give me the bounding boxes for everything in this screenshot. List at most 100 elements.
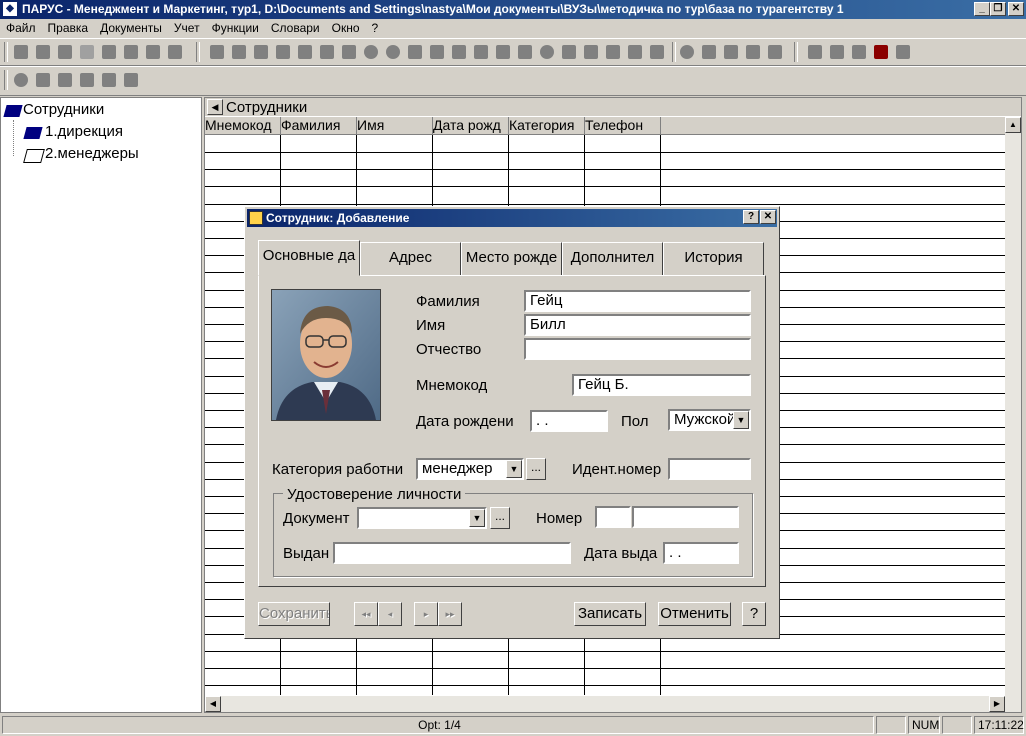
column-header-surname[interactable]: Фамилия (281, 117, 357, 135)
cube-icon[interactable] (168, 45, 182, 59)
wrench-icon[interactable] (830, 45, 844, 59)
surname-field[interactable]: Гейц (524, 290, 751, 312)
category-select[interactable]: менеджер ▼ (416, 458, 524, 480)
mail-icon[interactable] (562, 45, 576, 59)
column-header-phone[interactable]: Телефон (585, 117, 661, 135)
tab-address[interactable]: Адрес (360, 242, 461, 276)
delete-icon[interactable] (80, 45, 94, 59)
write-button[interactable]: Записать (574, 602, 646, 626)
category-browse-button[interactable]: ... (526, 458, 546, 480)
issue-date-field[interactable]: . . (663, 542, 739, 564)
patronymic-field[interactable] (524, 338, 751, 360)
horizontal-scrollbar[interactable]: ◀ ▶ (205, 696, 1021, 712)
menu-documents[interactable]: Документы (94, 19, 168, 35)
calendar-icon[interactable] (628, 45, 642, 59)
hand-icon[interactable] (102, 73, 116, 87)
menu-file[interactable]: Файл (0, 19, 42, 35)
monitor-icon[interactable] (232, 45, 246, 59)
sex-select[interactable]: Мужской ▼ (668, 409, 751, 431)
tab-additional[interactable]: Дополнител (562, 242, 663, 276)
column-header-category[interactable]: Категория (509, 117, 585, 135)
exchange-icon[interactable] (606, 45, 620, 59)
tab-main[interactable]: Основные да (258, 240, 360, 276)
globe-icon[interactable] (14, 73, 28, 87)
restore-button[interactable]: ❐ (990, 2, 1006, 16)
folder-closed-icon[interactable] (852, 45, 866, 59)
column-header-mnemo[interactable]: Мнемокод (205, 117, 281, 135)
briefcase-icon[interactable] (474, 45, 488, 59)
dialog-help-button[interactable]: ? (743, 210, 759, 224)
factory-icon[interactable] (584, 45, 598, 59)
new-doc-icon[interactable] (14, 45, 28, 59)
building-icon[interactable] (298, 45, 312, 59)
document-icon[interactable] (320, 45, 334, 59)
book-icon[interactable] (496, 45, 510, 59)
prev-record-button[interactable]: ◂ (378, 602, 402, 626)
dialog-close-button[interactable]: ✕ (760, 210, 776, 224)
folder-icon[interactable] (254, 45, 268, 59)
scroll-up-icon[interactable]: ▲ (1005, 117, 1021, 133)
column-header-birthdate[interactable]: Дата рожд (433, 117, 509, 135)
menu-help[interactable]: ? (366, 19, 385, 35)
edit-icon[interactable] (430, 45, 444, 59)
menu-dictionaries[interactable]: Словари (265, 19, 326, 35)
menu-accounting[interactable]: Учет (168, 19, 206, 35)
cards-icon[interactable] (746, 45, 760, 59)
tab-birthplace[interactable]: Место рожде (461, 242, 562, 276)
menu-edit[interactable]: Правка (42, 19, 95, 35)
tab-history[interactable]: История (663, 242, 764, 276)
document-select[interactable]: ▼ (357, 507, 487, 529)
edit-doc-icon[interactable] (58, 45, 72, 59)
chevron-down-icon[interactable]: ▼ (469, 509, 485, 527)
gear-icon[interactable] (386, 45, 400, 59)
number-field[interactable] (632, 506, 739, 528)
birthdate-field[interactable]: . . (530, 410, 608, 432)
clock-icon[interactable] (540, 45, 554, 59)
layers-icon[interactable] (518, 45, 532, 59)
tools-icon[interactable] (452, 45, 466, 59)
documents-icon[interactable] (342, 45, 356, 59)
box-icon[interactable] (724, 45, 738, 59)
scroll-left-icon[interactable]: ◀ (205, 696, 221, 712)
scroll-right-icon[interactable]: ▶ (989, 696, 1005, 712)
name-field[interactable]: Билл (524, 314, 751, 336)
filter-icon[interactable] (102, 45, 116, 59)
user-icon[interactable] (874, 45, 888, 59)
hotel-icon[interactable] (80, 73, 94, 87)
voucher-icon[interactable] (124, 73, 138, 87)
find-icon[interactable] (124, 45, 138, 59)
vertical-scrollbar[interactable]: ▲ (1005, 117, 1021, 697)
ticket-icon[interactable] (36, 73, 50, 87)
exit-icon[interactable] (896, 45, 910, 59)
column-header-name[interactable]: Имя (357, 117, 433, 135)
menu-functions[interactable]: Функции (206, 19, 265, 35)
menu-window[interactable]: Окно (326, 19, 366, 35)
chevron-down-icon[interactable]: ▼ (506, 460, 522, 478)
last-record-button[interactable]: ▸▸ (438, 602, 462, 626)
person-icon[interactable] (364, 45, 378, 59)
ident-field[interactable] (668, 458, 751, 480)
handshake-icon[interactable] (210, 45, 224, 59)
series-field[interactable] (595, 506, 631, 528)
first-record-button[interactable]: ◂◂ (354, 602, 378, 626)
paint-icon[interactable] (408, 45, 422, 59)
employee-photo[interactable] (271, 289, 381, 421)
stack-icon[interactable] (276, 45, 290, 59)
form-icon[interactable] (768, 45, 782, 59)
bus-icon[interactable] (58, 73, 72, 87)
help-button[interactable]: ? (742, 602, 766, 626)
cancel-button[interactable]: Отменить (658, 602, 731, 626)
document-browse-button[interactable]: ... (490, 507, 510, 529)
minimize-button[interactable]: _ (974, 2, 990, 16)
issued-field[interactable] (333, 542, 571, 564)
back-arrow-icon[interactable]: ◀ (207, 99, 223, 115)
chevron-down-icon[interactable]: ▼ (733, 411, 749, 429)
chart-icon[interactable] (702, 45, 716, 59)
table-icon[interactable] (650, 45, 664, 59)
next-record-button[interactable]: ▸ (414, 602, 438, 626)
print-icon[interactable] (146, 45, 160, 59)
mnemo-field[interactable]: Гейц Б. (572, 374, 751, 396)
save-button[interactable]: Сохранить (258, 602, 330, 626)
euro-icon[interactable] (680, 45, 694, 59)
close-button[interactable]: ✕ (1008, 2, 1024, 16)
